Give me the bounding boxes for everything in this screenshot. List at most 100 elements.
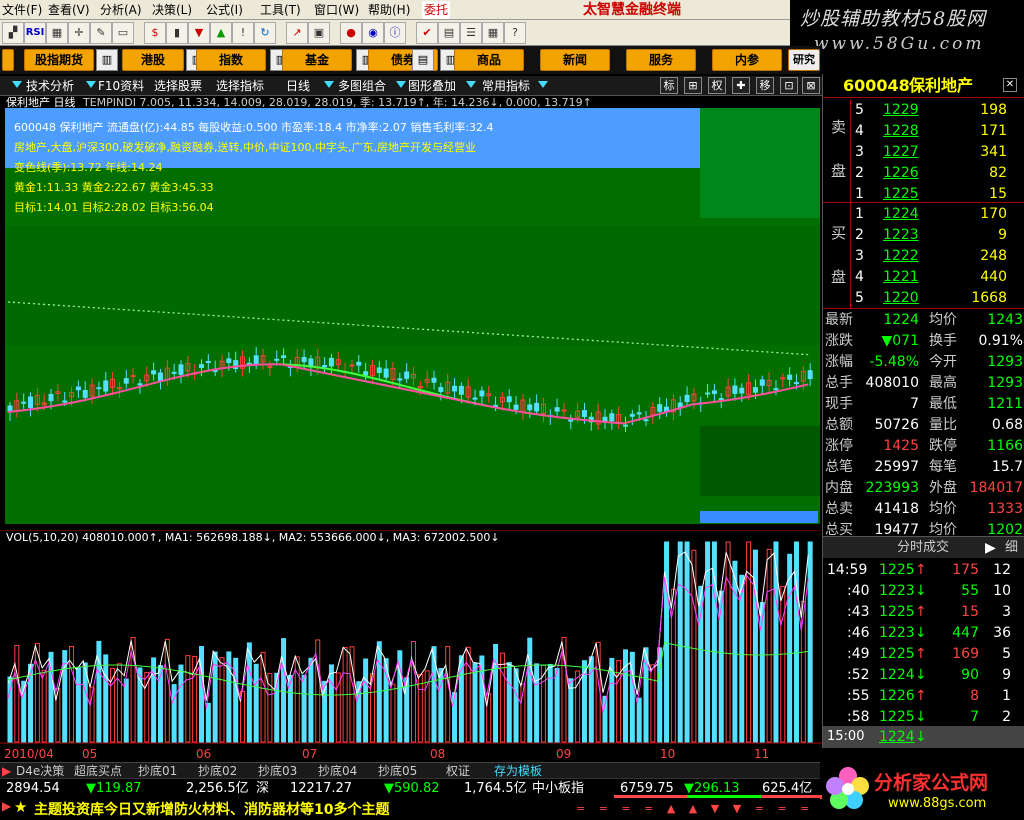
- ticks-detail-button[interactable]: 细: [1005, 537, 1018, 559]
- tick-time: 14:59: [827, 562, 868, 578]
- candle-body: [363, 371, 369, 376]
- candle-body: [554, 407, 560, 412]
- ruler-icon[interactable]: ▭: [112, 22, 134, 44]
- level-price: 1221: [883, 269, 919, 285]
- news-headline[interactable]: 主题投资库今日又新增防火材料、消防器材等10多个主题: [34, 799, 389, 819]
- category-insider[interactable]: 内参: [712, 49, 782, 71]
- record-icon[interactable]: ●: [340, 22, 362, 44]
- order-book-row[interactable]: 2 1226 82: [823, 163, 1024, 184]
- tab-select-indicator[interactable]: 选择指标: [216, 77, 264, 95]
- tab-select-stock[interactable]: 选择股票: [154, 77, 202, 95]
- menu-window[interactable]: 窗口(W): [314, 1, 359, 19]
- kline-chart[interactable]: 保利地产 日线 TEMPINDI 7.005, 11.334, 14.009, …: [0, 96, 822, 526]
- tab-technical-analysis[interactable]: 技术分析: [26, 77, 74, 95]
- category-index-futures[interactable]: 股指期货: [24, 49, 94, 71]
- tab-bottom-buy[interactable]: 超底买点: [74, 763, 122, 779]
- level-price: 1222: [883, 248, 919, 264]
- close-icon[interactable]: ✕: [1003, 78, 1017, 92]
- tab-f10[interactable]: F10资料: [98, 77, 144, 95]
- order-book-row[interactable]: 5 1229 198: [823, 100, 1024, 121]
- tab-dip04[interactable]: 抄底04: [318, 763, 357, 779]
- order-icon[interactable]: ✔: [416, 22, 438, 44]
- tab-dip01[interactable]: 抄底01: [138, 763, 177, 779]
- alert-icon[interactable]: !: [232, 22, 254, 44]
- category-hk-stock[interactable]: 港股: [122, 49, 184, 71]
- volume-bar: [14, 645, 20, 743]
- tick-volume: 175: [952, 562, 979, 578]
- globe-icon[interactable]: ◉: [362, 22, 384, 44]
- sort-down-icon[interactable]: ▼: [188, 22, 210, 44]
- menu-order-tab[interactable]: 委托: [422, 1, 451, 19]
- order-book-row[interactable]: 3 1227 341: [823, 142, 1024, 163]
- menu-tools[interactable]: 工具(T): [260, 1, 301, 19]
- sort-up-icon[interactable]: ▲: [210, 22, 232, 44]
- tab-dip05[interactable]: 抄底05: [378, 763, 417, 779]
- grid-toggle-button[interactable]: ⊞: [684, 77, 702, 94]
- tab-multi-chart[interactable]: 多图组合: [338, 77, 386, 95]
- order-book-row[interactable]: 3 1222 248: [823, 246, 1024, 267]
- tab-common-indicator[interactable]: 常用指标: [482, 77, 530, 95]
- order-book-row[interactable]: 4 1221 440: [823, 267, 1024, 288]
- bond-doc-icon[interactable]: ▤: [412, 49, 434, 71]
- category-news[interactable]: 新闻: [540, 49, 610, 71]
- volume-panel[interactable]: VOL(5,10,20) 408010.000↑, MA1: 562698.18…: [0, 529, 822, 748]
- bar-chart-icon[interactable]: ▮: [166, 22, 188, 44]
- rights-button[interactable]: 权: [708, 77, 726, 94]
- category-fund[interactable]: 基金: [282, 49, 352, 71]
- order-book-row[interactable]: 5 1220 1668: [823, 288, 1024, 309]
- mark-button[interactable]: 标: [660, 77, 678, 94]
- candle-body: [657, 404, 663, 412]
- window-icon[interactable]: ▣: [308, 22, 330, 44]
- tab-dip03[interactable]: 抄底03: [258, 763, 297, 779]
- calc-icon[interactable]: ▦: [482, 22, 504, 44]
- dollar-icon[interactable]: $: [144, 22, 166, 44]
- tab-warrant[interactable]: 权证: [446, 763, 470, 779]
- list-icon[interactable]: ☰: [460, 22, 482, 44]
- tab-daily[interactable]: 日线: [286, 77, 310, 95]
- stat-value: 7: [910, 396, 919, 412]
- category-commodity[interactable]: 商品: [454, 49, 524, 71]
- stat-label: 总额: [825, 417, 853, 433]
- stat-value: 1211: [987, 396, 1023, 412]
- order-book-row[interactable]: 2 1223 9: [823, 225, 1024, 246]
- ticks-play-icon[interactable]: ▶: [985, 537, 996, 559]
- hk-icon[interactable]: ▥: [96, 49, 118, 71]
- help-pointer-icon[interactable]: ?: [504, 22, 526, 44]
- rsi-icon[interactable]: RSI: [24, 22, 46, 44]
- trend-icon[interactable]: ↗: [286, 22, 308, 44]
- candle-body: [417, 386, 423, 389]
- menu-decision[interactable]: 决策(L): [152, 1, 192, 19]
- volume-svg[interactable]: [0, 529, 822, 748]
- category-service[interactable]: 服务: [626, 49, 696, 71]
- candle-body: [732, 385, 738, 394]
- stat-label: 换手: [929, 333, 957, 349]
- volume-bar: [151, 657, 157, 743]
- order-book-row[interactable]: 4 1228 171: [823, 121, 1024, 142]
- tab-save-template[interactable]: 存为模板: [494, 763, 542, 779]
- crosshair-icon[interactable]: ✛: [68, 22, 90, 44]
- menu-analysis[interactable]: 分析(A): [100, 1, 142, 19]
- candle-body: [793, 382, 799, 385]
- grid-icon[interactable]: ▦: [46, 22, 68, 44]
- menu-formula[interactable]: 公式(I): [206, 1, 243, 19]
- menu-help[interactable]: 帮助(H): [368, 1, 410, 19]
- category-index[interactable]: 指数: [196, 49, 266, 71]
- tab-overlay[interactable]: 图形叠加: [408, 77, 456, 95]
- tab-dip02[interactable]: 抄底02: [198, 763, 237, 779]
- tick-count: 3: [1002, 604, 1011, 620]
- stat-value: 0.91%: [978, 333, 1023, 349]
- move-button[interactable]: 移: [756, 77, 774, 94]
- cross-button[interactable]: ✚: [732, 77, 750, 94]
- chart-mode-icon[interactable]: ▞: [2, 22, 24, 44]
- category-research[interactable]: 研究室: [788, 49, 820, 71]
- menu-view[interactable]: 查看(V): [48, 1, 90, 19]
- refresh-icon[interactable]: ↻: [254, 22, 276, 44]
- info-icon[interactable]: ⓘ: [384, 22, 406, 44]
- doc-icon[interactable]: ▤: [438, 22, 460, 44]
- tab-d4e[interactable]: D4e决策: [16, 763, 64, 779]
- draw-icon[interactable]: ✎: [90, 22, 112, 44]
- order-book-row[interactable]: 1 1224 170: [823, 204, 1024, 225]
- close-chart-button[interactable]: ⊠: [802, 77, 820, 94]
- zoom-button[interactable]: ⊡: [780, 77, 798, 94]
- menu-file[interactable]: 文件(F): [2, 1, 42, 19]
